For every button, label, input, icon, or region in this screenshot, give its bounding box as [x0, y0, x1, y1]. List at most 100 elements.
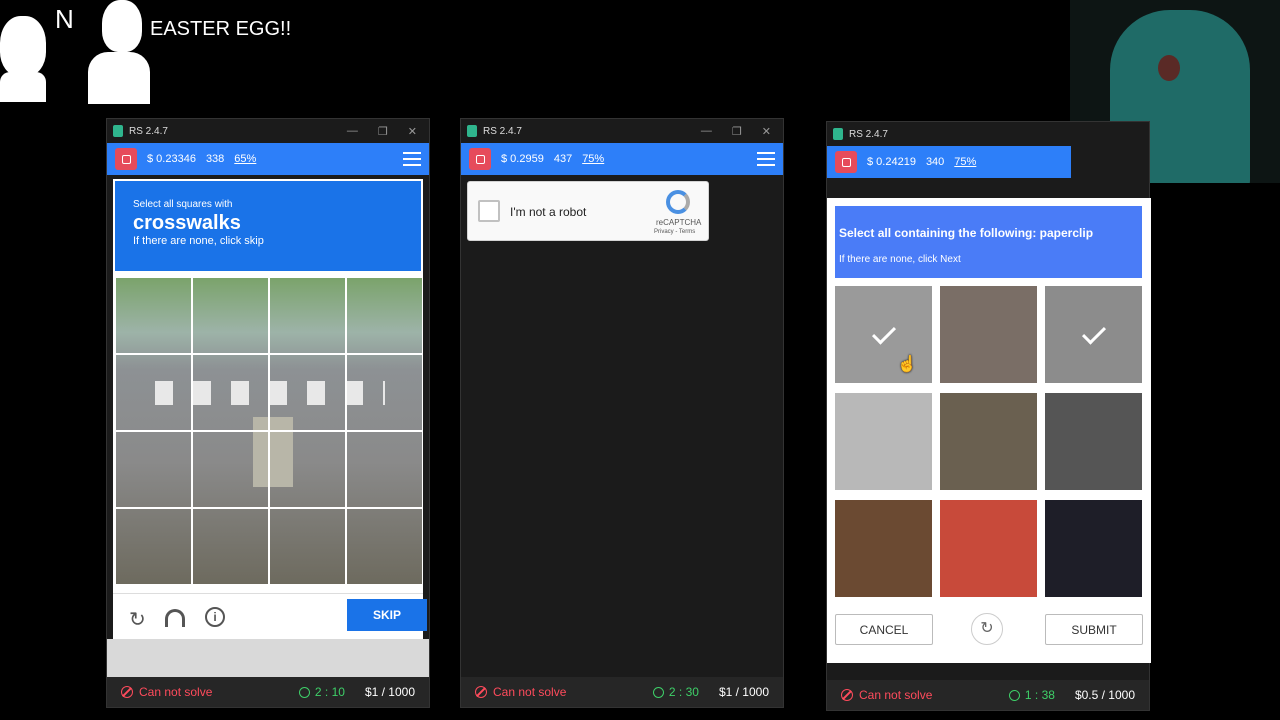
privacy-terms-links[interactable]: Privacy - Terms — [654, 229, 695, 235]
grid-cell[interactable] — [115, 277, 192, 354]
grid-cell[interactable] — [192, 431, 269, 508]
challenge-prompt: Select all containing the following: pap… — [839, 226, 1094, 240]
count-value: 340 — [925, 156, 945, 168]
image-tile-guitarist[interactable] — [940, 393, 1037, 490]
close-icon[interactable]: ✕ — [762, 125, 771, 138]
crosswalk-image-grid[interactable] — [115, 277, 423, 585]
meme-letter: N — [55, 4, 74, 34]
grid-cell[interactable] — [346, 277, 423, 354]
image-tile-tomatoes[interactable] — [940, 500, 1037, 597]
titlebar: RS 2.4.7 — [827, 122, 1149, 146]
ban-icon — [841, 689, 853, 701]
grid-cell[interactable] — [346, 354, 423, 431]
app-icon — [467, 125, 477, 137]
timer-value: 2 : 10 — [314, 685, 345, 699]
image-tile-paperclip-metal[interactable] — [940, 286, 1037, 383]
minimize-icon[interactable]: — — [701, 125, 712, 138]
minimize-icon[interactable]: — — [347, 125, 358, 138]
image-tile-paperclip-ruler[interactable] — [1045, 393, 1142, 490]
paperclip-image-grid — [835, 286, 1143, 598]
balance-value: $ 0.24219 — [867, 156, 916, 168]
recaptcha-checkbox-widget: I'm not a robot reCAPTCHA Privacy - Term… — [467, 181, 709, 241]
stop-button[interactable] — [469, 148, 491, 170]
price-value: $1 / 1000 — [364, 685, 415, 699]
window-title: RS 2.4.7 — [849, 128, 888, 140]
grid-cell[interactable] — [115, 431, 192, 508]
balance-value: $ 0.23346 — [147, 153, 196, 165]
meme-face-right — [88, 0, 150, 104]
image-tile-paperclips-colorful[interactable] — [1045, 500, 1142, 597]
robot-checkbox[interactable] — [478, 200, 500, 222]
status-text: Can not solve — [493, 685, 567, 699]
footer-divider — [113, 593, 423, 594]
status-text: Can not solve — [139, 685, 213, 699]
grid-cell[interactable] — [346, 431, 423, 508]
submit-button[interactable]: SUBMIT — [1045, 614, 1143, 645]
window-title: RS 2.4.7 — [129, 125, 168, 137]
ban-icon — [121, 686, 133, 698]
ban-icon — [475, 686, 487, 698]
status-text: Can not solve — [859, 688, 933, 702]
meme-face-left — [0, 12, 48, 104]
robot-checkbox-label: I'm not a robot — [510, 205, 587, 219]
prompt-hint: If there are none, click skip — [133, 235, 264, 247]
recaptcha-brand: reCAPTCHA — [656, 218, 702, 227]
grid-cell[interactable] — [115, 354, 192, 431]
info-icon[interactable]: i — [205, 607, 225, 627]
image-tile-saddle[interactable] — [835, 500, 932, 597]
reload-icon[interactable]: ↻ — [129, 607, 146, 632]
stop-button[interactable] — [115, 148, 137, 170]
grid-cell[interactable] — [192, 354, 269, 431]
status-bar: Can not solve 2 : 30 $1 / 1000 — [461, 677, 783, 707]
recaptcha-challenge: Select all squares with crosswalks If th… — [113, 179, 427, 639]
stats-bar: $ 0.23346 338 65% — [107, 143, 429, 175]
grid-cell[interactable] — [269, 508, 346, 585]
window-title: RS 2.4.7 — [483, 125, 522, 137]
grid-cell[interactable] — [346, 508, 423, 585]
grid-cell[interactable] — [269, 354, 346, 431]
checkmark-icon — [1081, 320, 1106, 345]
panel-bottom-grey — [107, 639, 429, 677]
window-3: RS 2.4.7 $ 0.24219 340 75% Select all co… — [826, 121, 1151, 711]
window-2: RS 2.4.7 — ❐ ✕ $ 0.2959 437 75% I'm not a … — [460, 118, 784, 708]
app-icon — [833, 128, 843, 140]
challenge-hint: If there are none, click Next — [839, 254, 961, 265]
status-bar: Can not solve 2 : 10 $1 / 1000 — [107, 677, 429, 707]
restore-icon[interactable]: ❐ — [732, 125, 742, 138]
recaptcha-logo-icon — [666, 190, 690, 214]
image-tile-paperclip-red2-selected[interactable] — [1045, 286, 1142, 383]
stats-bar: $ 0.2959 437 75% — [461, 143, 783, 175]
cancel-button[interactable]: CANCEL — [835, 614, 933, 645]
menu-icon[interactable] — [403, 152, 421, 166]
count-value: 437 — [553, 153, 573, 165]
challenge-header: Select all containing the following: pap… — [835, 206, 1142, 278]
percent-link[interactable]: 75% — [582, 153, 604, 165]
restore-icon[interactable]: ❐ — [378, 125, 388, 138]
close-icon[interactable]: ✕ — [408, 125, 417, 138]
image-tile-paperclip-silver[interactable] — [835, 393, 932, 490]
grid-cell[interactable] — [192, 508, 269, 585]
grid-cell[interactable] — [115, 508, 192, 585]
grid-cell[interactable] — [269, 277, 346, 354]
price-value: $1 / 1000 — [718, 685, 769, 699]
refresh-icon[interactable]: ↻ — [971, 613, 1003, 645]
app-icon — [113, 125, 123, 137]
percent-link[interactable]: 65% — [234, 153, 256, 165]
window-1: RS 2.4.7 — ❐ ✕ $ 0.23346 338 65% Select al… — [106, 118, 430, 708]
audio-icon[interactable] — [165, 609, 185, 627]
grid-cell[interactable] — [192, 277, 269, 354]
stop-button[interactable] — [835, 151, 857, 173]
prompt-keyword: crosswalks — [133, 212, 241, 234]
percent-link[interactable]: 75% — [954, 156, 976, 168]
price-value: $0.5 / 1000 — [1074, 688, 1135, 702]
count-value: 338 — [205, 153, 225, 165]
titlebar: RS 2.4.7 — ❐ ✕ — [107, 119, 429, 143]
clock-icon — [652, 686, 664, 698]
menu-icon[interactable] — [757, 152, 775, 166]
image-tile-paperclip-red-selected[interactable] — [835, 286, 932, 383]
skip-button[interactable]: SKIP — [347, 599, 427, 631]
meme-label: EASTER EGG!! — [150, 18, 292, 40]
grid-cell[interactable] — [269, 431, 346, 508]
mouse-cursor-icon: ☝ — [897, 356, 917, 373]
timer-value: 2 : 30 — [668, 685, 699, 699]
